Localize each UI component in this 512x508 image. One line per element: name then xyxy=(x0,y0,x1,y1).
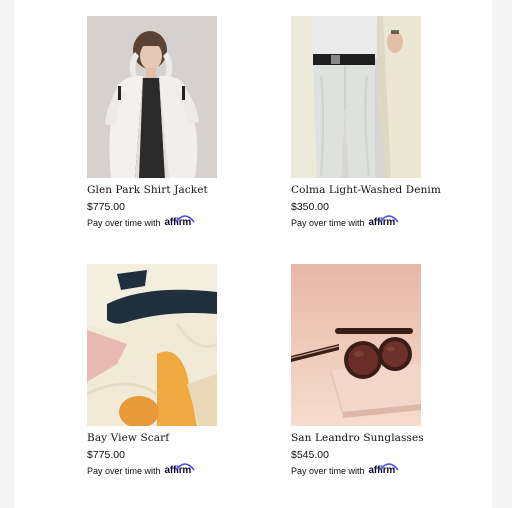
product-image-jacket[interactable] xyxy=(87,16,217,178)
affirm-financing-message[interactable]: Pay over time with affirm xyxy=(291,215,431,228)
product-price: $350.00 xyxy=(291,201,329,213)
product-image-sunglasses[interactable] xyxy=(291,264,421,426)
product-image-denim[interactable] xyxy=(291,16,421,178)
affirm-logo-icon: affirm xyxy=(165,463,195,476)
product-name[interactable]: Glen Park Shirt Jacket xyxy=(87,184,227,196)
product-card-bay-view-scarf[interactable]: Bay View Scarf $775.00 Pay over time wit… xyxy=(87,264,227,476)
affirm-text: Pay over time with xyxy=(291,466,365,476)
affirm-logo-icon: affirm xyxy=(369,215,399,228)
product-image-scarf[interactable] xyxy=(87,264,217,426)
product-price: $775.00 xyxy=(87,449,125,461)
affirm-logo-icon: affirm xyxy=(165,215,195,228)
affirm-text: Pay over time with xyxy=(87,218,161,228)
product-grid: Glen Park Shirt Jacket $775.00 Pay over … xyxy=(14,0,492,508)
product-card-glen-park-shirt-jacket[interactable]: Glen Park Shirt Jacket $775.00 Pay over … xyxy=(87,16,227,228)
affirm-text: Pay over time with xyxy=(291,218,365,228)
affirm-financing-message[interactable]: Pay over time with affirm xyxy=(87,463,227,476)
product-card-colma-light-washed-denim[interactable]: Colma Light-Washed Denim $350.00 Pay ove… xyxy=(291,16,441,228)
product-price: $545.00 xyxy=(291,449,329,461)
affirm-financing-message[interactable]: Pay over time with affirm xyxy=(291,463,431,476)
product-card-san-leandro-sunglasses[interactable]: San Leandro Sunglasses $545.00 Pay over … xyxy=(291,264,431,476)
product-price: $775.00 xyxy=(87,201,125,213)
affirm-logo-icon: affirm xyxy=(369,463,399,476)
product-name[interactable]: Colma Light-Washed Denim xyxy=(291,184,441,196)
affirm-financing-message[interactable]: Pay over time with affirm xyxy=(87,215,227,228)
product-name[interactable]: Bay View Scarf xyxy=(87,432,227,444)
affirm-text: Pay over time with xyxy=(87,466,161,476)
product-name[interactable]: San Leandro Sunglasses xyxy=(291,432,431,444)
